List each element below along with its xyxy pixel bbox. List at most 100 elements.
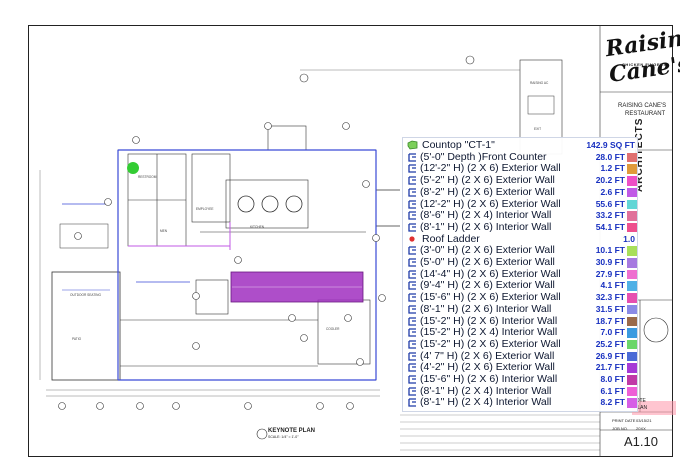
office-room [191, 153, 231, 223]
fryer-2 [261, 195, 279, 213]
takeoff-item-length: 27.9 FT [595, 268, 625, 279]
takeoff-item-length: 18.7 FT [595, 315, 625, 326]
linear-measure-icon [408, 305, 416, 314]
linear-measure-icon [408, 375, 416, 384]
linear-measure-icon [408, 340, 416, 349]
color-swatch[interactable] [627, 316, 637, 326]
color-swatch[interactable] [627, 176, 637, 186]
area-group-icon [407, 140, 418, 150]
takeoff-item-label: (4' 7" H) (2 X 6) Exterior Wall [420, 349, 555, 362]
color-swatch[interactable] [627, 258, 637, 268]
linear-measure-icon [408, 281, 416, 291]
takeoff-item-label: (5'-2" H) (2 X 6) Exterior Wall [420, 174, 555, 187]
svg-text:RAISING AC: RAISING AC [530, 81, 549, 85]
color-swatch[interactable] [627, 187, 637, 198]
color-swatch[interactable] [627, 293, 637, 303]
linear-measure-icon [408, 398, 416, 408]
takeoff-item-length: 1.2 FT [600, 163, 625, 174]
takeoff-item-label: (4'-2" H) (2 X 6) Exterior Wall [420, 361, 555, 374]
linear-measure-icon [408, 199, 416, 209]
takeoff-item-length: 25.2 FT [595, 338, 625, 349]
takeoff-group-label: Roof Ladder [422, 232, 480, 245]
color-swatch[interactable] [627, 386, 637, 397]
takeoff-measurement-panel[interactable]: Countop "CT-1" 142.9 SQ FT (5'-0" Depth )F… [402, 137, 638, 412]
takeoff-item-length: 28.0 FT [595, 151, 625, 162]
takeoff-item-row[interactable]: (8'-1" H) (2 X 4) Interior Wall 8.2 FT [403, 396, 639, 409]
takeoff-item-label: (15'-2" H) (2 X 6) Exterior Wall [420, 337, 561, 350]
keynote-plan-scale: SCALE: 1/4" = 1'-0" [268, 435, 299, 439]
takeoff-item-label: (12'-2" H) (2 X 6) Exterior Wall [420, 197, 561, 210]
takeoff-group-total: 1.0 [623, 233, 635, 244]
svg-text:RESTROOM: RESTROOM [138, 175, 157, 179]
takeoff-item-label: (5'-0" Depth )Front Counter [420, 150, 547, 163]
takeoff-item-label: (8'-1" H) (2 X 6) Interior Wall [420, 302, 552, 315]
sheet-number: A1.10 [624, 434, 658, 449]
roof-ladder-marker [127, 162, 139, 174]
linear-measure-icon [408, 363, 416, 372]
linear-measure-icon [408, 270, 416, 279]
takeoff-item-length: 6.1 FT [600, 385, 625, 396]
color-swatch[interactable] [627, 222, 637, 233]
takeoff-group-label: Countop "CT-1" [422, 139, 495, 151]
takeoff-item-label: (8'-1" H) (2 X 6) Interior Wall [420, 220, 552, 233]
takeoff-item-length: 10.1 FT [595, 245, 625, 256]
svg-text:PATIO: PATIO [72, 337, 82, 341]
keynote-plan-title: KEYNOTE PLAN [268, 428, 316, 434]
takeoff-item-length: 26.9 FT [595, 350, 625, 361]
color-swatch[interactable] [627, 375, 637, 385]
linear-measure-icon [408, 176, 416, 185]
color-swatch[interactable] [627, 269, 637, 280]
takeoff-item-length: 32.3 FT [595, 292, 625, 303]
takeoff-item-label: (15'-6" H) (2 X 6) Interior Wall [420, 373, 558, 385]
takeoff-item-length: 21.7 FT [595, 362, 625, 373]
takeoff-item-length: 20.2 FT [595, 175, 625, 186]
brand-logo-subtitle: CHICKEN FINGERS [622, 62, 667, 67]
takeoff-item-label: (15'-2" H) (2 X 4) Interior Wall [420, 326, 558, 339]
linear-measure-icon [408, 211, 416, 220]
count-group-icon [409, 235, 415, 242]
takeoff-group-total: 142.9 SQ FT [586, 140, 635, 150]
linear-measure-icon [408, 188, 416, 197]
takeoff-item-label: (15'-6" H) (2 X 6) Exterior Wall [420, 291, 561, 304]
linear-measure-icon [408, 223, 416, 232]
takeoff-item-label: (3'-0" H) (2 X 6) Exterior Wall [420, 244, 555, 257]
svg-text:EXIT: EXIT [534, 127, 541, 131]
takeoff-item-length: 8.0 FT [600, 374, 625, 384]
takeoff-item-length: 2.6 FT [600, 186, 625, 197]
color-swatch[interactable] [627, 246, 637, 256]
vestibule [267, 125, 307, 151]
color-swatch[interactable] [627, 199, 637, 209]
restaurant-name: RAISING CANE'S [618, 103, 667, 109]
svg-text:COOLER: COOLER [326, 327, 340, 331]
fryer-3 [285, 195, 303, 213]
svg-text:EMPLOYEE: EMPLOYEE [196, 207, 214, 211]
takeoff-item-length: 4.1 FT [600, 280, 625, 291]
takeoff-item-label: (15'-2" H) (2 X 6) Interior Wall [420, 314, 558, 327]
takeoff-item-label: (12'-2" H) (2 X 6) Exterior Wall [420, 162, 561, 175]
restaurant-subname: RESTAURANT [625, 111, 666, 117]
takeoff-item-label: (14'-4" H) (2 X 6) Exterior Wall [420, 267, 561, 280]
cooler-room [317, 299, 371, 365]
takeoff-item-label: (8'-1" H) (2 X 4) Interior Wall [420, 396, 552, 409]
svg-text:OUTDOOR SEATING: OUTDOOR SEATING [70, 293, 101, 297]
svg-text:MEN: MEN [160, 229, 168, 233]
color-swatch[interactable] [627, 351, 637, 362]
color-swatch[interactable] [627, 281, 637, 291]
color-swatch[interactable] [627, 398, 637, 408]
color-swatch[interactable] [627, 152, 637, 163]
color-swatch[interactable] [627, 164, 637, 174]
takeoff-item-length: 54.1 FT [595, 221, 625, 232]
color-swatch[interactable] [627, 211, 637, 221]
takeoff-item-length: 8.2 FT [600, 397, 625, 408]
color-swatch[interactable] [627, 363, 637, 373]
takeoff-item-label: (8'-1" H) (2 X 4) Interior Wall [420, 384, 552, 397]
print-date-label: PRINT DATE [612, 418, 636, 423]
fryer-1 [237, 195, 255, 213]
color-swatch[interactable] [627, 328, 637, 338]
takeoff-item-length: 7.0 FT [600, 327, 625, 338]
color-swatch[interactable] [627, 304, 637, 315]
color-swatch[interactable] [627, 339, 637, 350]
takeoff-item-length: 31.5 FT [595, 303, 625, 314]
takeoff-item-label: (9'-4" H) (2 X 6) Exterior Wall [420, 279, 555, 292]
drawing-viewer[interactable]: RESTROOM MEN EMPLOYEE KITCHEN OUTDOOR SE… [0, 0, 680, 474]
